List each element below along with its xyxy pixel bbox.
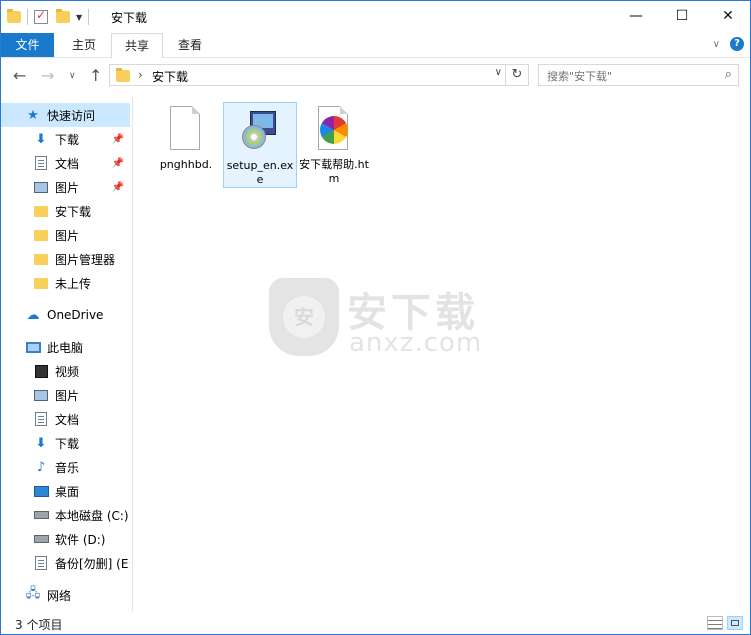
folder-icon: [34, 253, 48, 265]
sidebar-item-not-uploaded[interactable]: 未上传: [1, 271, 130, 295]
network-icon: 🖧: [25, 586, 41, 601]
sidebar-item-pictures[interactable]: 图片 📌: [1, 175, 130, 199]
sidebar-item-videos[interactable]: 视频: [1, 359, 130, 383]
quick-access-toolbar: ▼: [7, 7, 95, 27]
address-bar[interactable]: › 安下载 ∨ ↻: [109, 64, 529, 86]
pin-icon[interactable]: 📌: [112, 134, 124, 145]
file-item-help-htm[interactable]: 安下载帮助.htm: [297, 102, 371, 188]
sidebar-item-music[interactable]: ♪ 音乐: [1, 455, 130, 479]
sidebar-item-downloads[interactable]: ⬇ 下载 📌: [1, 127, 130, 151]
window-title: 安下载: [111, 11, 148, 25]
status-bar: 3 个项目: [1, 613, 750, 634]
cloud-icon: ☁: [26, 307, 40, 323]
sidebar-item-pc-pictures[interactable]: 图片: [1, 383, 130, 407]
folder-icon: [34, 277, 48, 289]
sidebar-item-drive-c[interactable]: 本地磁盘 (C:): [1, 503, 130, 527]
document-icon: [35, 412, 47, 426]
pin-icon[interactable]: 📌: [112, 182, 124, 193]
search-box[interactable]: ⌕: [538, 64, 739, 86]
folder-icon: [116, 68, 130, 82]
drive-icon: [33, 535, 49, 543]
ribbon-tabs: 文件 主页 共享 查看 ∨ ?: [1, 33, 750, 58]
sidebar-item-anxz-folder[interactable]: 安下载: [1, 199, 130, 223]
customize-dropdown-icon[interactable]: ▼: [76, 13, 82, 22]
navigation-bar: ← → ∨ ↑ › 安下载 ∨ ↻ ⌕: [1, 58, 750, 92]
installer-icon: [240, 107, 280, 155]
sidebar-item-pictures-folder[interactable]: 图片: [1, 223, 130, 247]
breadcrumb-current[interactable]: 安下载: [152, 68, 188, 85]
shield-icon: 安: [269, 278, 339, 356]
video-icon: [34, 364, 48, 378]
ribbon-right-controls: ∨ ?: [713, 37, 744, 51]
sidebar-item-desktop[interactable]: 桌面: [1, 479, 130, 503]
title-bar: ▼ 安下载 — ☐ ✕: [1, 1, 750, 33]
search-input[interactable]: [545, 66, 719, 86]
help-icon[interactable]: ?: [730, 37, 744, 51]
watermark-logo: 安 安下载 anxz.com: [269, 278, 489, 358]
explorer-window: ▼ 安下载 — ☐ ✕ 文件 主页 共享 查看 ∨ ? ← → ∨ ↑ › 安下…: [0, 0, 751, 635]
refresh-icon[interactable]: ↻: [505, 65, 528, 85]
sidebar-item-network[interactable]: 🖧 网络: [1, 583, 130, 607]
sidebar-item-quick-access[interactable]: ★ 快速访问: [1, 103, 130, 127]
folder-icon: [34, 229, 48, 241]
toolbar-divider: [27, 9, 28, 25]
breadcrumb-chevron-icon[interactable]: ›: [138, 68, 143, 82]
tab-view[interactable]: 查看: [167, 33, 213, 57]
navigation-pane: ★ 快速访问 ⬇ 下载 📌 文档 📌 图片 📌 安下载 图片 图片管理器 未上传…: [1, 97, 133, 611]
sidebar-item-pc-downloads[interactable]: ⬇ 下载: [1, 431, 130, 455]
address-dropdown-icon[interactable]: ∨: [495, 67, 502, 78]
sidebar-item-documents[interactable]: 文档 📌: [1, 151, 130, 175]
sidebar-item-onedrive[interactable]: ☁ OneDrive: [1, 303, 130, 327]
sidebar-item-this-pc[interactable]: 此电脑: [1, 335, 130, 359]
file-item-pnghhbd[interactable]: pnghhbd.: [149, 102, 223, 188]
tab-file[interactable]: 文件: [1, 33, 54, 57]
picture-icon: [34, 389, 48, 401]
drive-icon: [33, 511, 49, 519]
sidebar-item-pc-documents[interactable]: 文档: [1, 407, 130, 431]
item-count: 3 个项目: [15, 618, 63, 632]
toolbar-divider: [88, 9, 90, 25]
forward-arrow-icon[interactable]: →: [41, 66, 54, 85]
new-folder-icon[interactable]: [56, 9, 70, 23]
folder-icon: [7, 9, 21, 23]
search-icon[interactable]: ⌕: [725, 67, 732, 82]
sidebar-item-picture-manager[interactable]: 图片管理器: [1, 247, 130, 271]
sidebar-item-drive-d[interactable]: 软件 (D:): [1, 527, 130, 551]
file-item-setup-en-exe[interactable]: setup_en.exe: [223, 102, 297, 188]
minimize-button[interactable]: —: [613, 1, 659, 31]
close-button[interactable]: ✕: [705, 1, 750, 31]
document-icon: [35, 156, 47, 170]
file-name: pnghhbd.: [159, 158, 213, 171]
desktop-icon: [33, 485, 49, 497]
music-icon: ♪: [36, 459, 46, 475]
computer-icon: [25, 341, 41, 353]
details-view-icon[interactable]: [707, 616, 723, 630]
tab-share[interactable]: 共享: [111, 33, 163, 58]
folder-icon: [34, 205, 48, 217]
blank-file-icon: [166, 106, 206, 154]
star-icon: ★: [27, 107, 39, 123]
download-arrow-icon: ⬇: [35, 131, 47, 147]
properties-icon[interactable]: [34, 8, 48, 24]
color-wheel-icon: [314, 106, 354, 154]
file-name: setup_en.exe: [226, 159, 294, 186]
maximize-button[interactable]: ☐: [659, 1, 705, 31]
up-arrow-icon[interactable]: ↑: [89, 66, 102, 85]
file-name: 安下载帮助.htm: [299, 158, 369, 185]
document-icon: [35, 556, 47, 570]
sidebar-item-drive-e[interactable]: 备份[勿删] (E:: [1, 551, 130, 575]
watermark-en-text: anxz.com: [349, 328, 483, 358]
pin-icon[interactable]: 📌: [112, 158, 124, 169]
download-arrow-icon: ⬇: [35, 435, 47, 451]
expand-ribbon-icon[interactable]: ∨: [713, 39, 720, 50]
tab-home[interactable]: 主页: [61, 33, 107, 57]
picture-icon: [34, 181, 48, 193]
large-icons-view-icon[interactable]: [727, 616, 743, 630]
recent-locations-icon[interactable]: ∨: [69, 71, 76, 81]
back-arrow-icon[interactable]: ←: [13, 66, 26, 85]
